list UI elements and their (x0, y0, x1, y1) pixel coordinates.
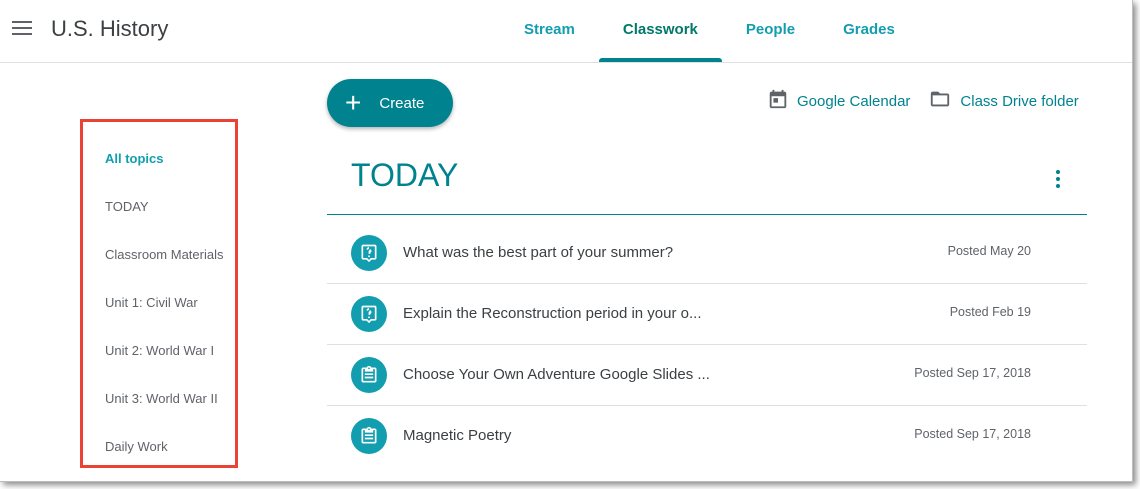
topic-today[interactable]: TODAY (105, 199, 149, 214)
item-title: Explain the Reconstruction period in you… (403, 305, 702, 322)
section-title: TODAY (351, 157, 459, 193)
tab-classwork[interactable]: Classwork (598, 0, 722, 62)
item-date: Posted Feb 19 (949, 305, 1031, 319)
list-item[interactable]: Magnetic Poetry Posted Sep 17, 2018 (327, 406, 1087, 466)
item-title: What was the best part of your summer? (403, 244, 674, 261)
classroom-window: U.S. History Stream Classwork People Gra… (0, 0, 1133, 482)
topic-all-topics[interactable]: All topics (105, 151, 164, 166)
menu-icon[interactable] (12, 21, 32, 37)
plus-icon: + (345, 87, 362, 118)
google-calendar-link[interactable]: Google Calendar (767, 88, 910, 114)
list-item[interactable]: Explain the Reconstruction period in you… (327, 284, 1087, 345)
question-icon (351, 296, 387, 332)
question-icon (351, 235, 387, 271)
folder-icon (928, 88, 952, 114)
topic-unit-2[interactable]: Unit 2: World War I (105, 343, 214, 358)
topic-daily-work[interactable]: Daily Work (105, 439, 168, 454)
tab-people[interactable]: People (722, 0, 819, 60)
list-item[interactable]: Choose Your Own Adventure Google Slides … (327, 345, 1087, 406)
item-date: Posted May 20 (947, 244, 1031, 258)
section-divider (327, 214, 1087, 215)
toolbar-links: Google Calendar Class Drive folder (767, 88, 1079, 114)
tab-stream[interactable]: Stream (500, 0, 599, 60)
list-item[interactable]: What was the best part of your summer? P… (327, 223, 1087, 284)
google-calendar-label: Google Calendar (797, 92, 911, 110)
item-date: Posted Sep 17, 2018 (914, 427, 1031, 441)
create-label: Create (379, 94, 425, 112)
topic-unit-3[interactable]: Unit 3: World War II (105, 391, 218, 406)
item-title: Choose Your Own Adventure Google Slides … (403, 366, 710, 383)
more-options-icon[interactable] (1052, 170, 1064, 190)
calendar-icon (767, 88, 789, 114)
assignment-icon (351, 418, 387, 454)
class-drive-folder-link[interactable]: Class Drive folder (928, 88, 1079, 114)
item-date: Posted Sep 17, 2018 (914, 366, 1031, 380)
item-title: Magnetic Poetry (403, 427, 512, 444)
assignment-icon (351, 357, 387, 393)
topics-sidebar: All topics TODAY Classroom Materials Uni… (80, 119, 238, 468)
tab-grades[interactable]: Grades (819, 0, 919, 60)
top-app-bar: U.S. History Stream Classwork People Gra… (0, 0, 1132, 63)
topic-unit-1[interactable]: Unit 1: Civil War (105, 295, 198, 310)
topic-classroom-materials[interactable]: Classroom Materials (105, 247, 223, 262)
create-button[interactable]: + Create (327, 79, 453, 127)
class-drive-folder-label: Class Drive folder (960, 92, 1079, 110)
class-title[interactable]: U.S. History (51, 16, 168, 42)
tab-bar: Stream Classwork People Grades (500, 0, 919, 62)
